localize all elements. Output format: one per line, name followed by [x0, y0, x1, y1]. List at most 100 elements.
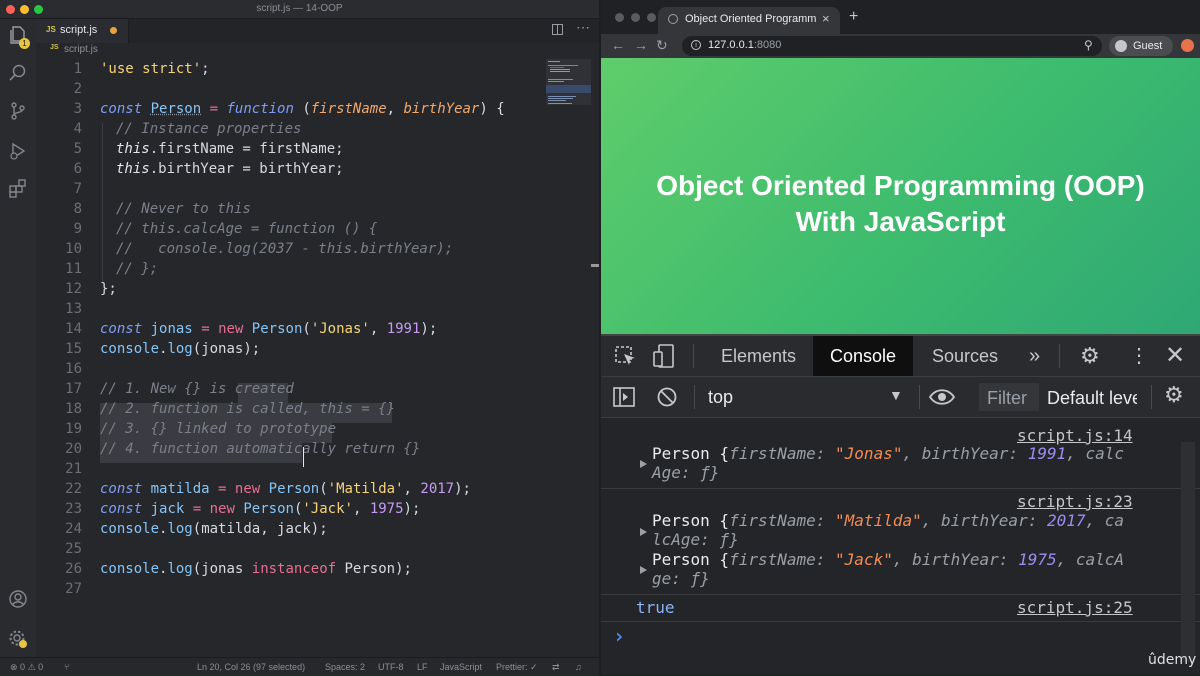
line-number: 7 — [36, 179, 82, 199]
line-number: 25 — [36, 539, 82, 559]
clear-console-icon[interactable] — [657, 387, 677, 407]
console-filter-input[interactable]: Filter — [979, 383, 1039, 411]
context-selector[interactable]: top ▼ — [699, 382, 913, 412]
tab-script-js[interactable]: JS script.js — [36, 19, 129, 43]
code-line: const Person = function (firstName, birt… — [100, 99, 505, 119]
unsaved-dot-icon[interactable] — [110, 27, 117, 34]
console-object[interactable]: Person {firstName: "Jonas", birthYear: 1… — [652, 444, 1124, 463]
line-number: 22 — [36, 479, 82, 499]
profile-label: Guest — [1133, 40, 1162, 52]
line-number: 26 — [36, 559, 82, 579]
device-toolbar-icon[interactable] — [653, 344, 675, 368]
line-number: 2 — [36, 79, 82, 99]
code-area[interactable]: 1 2 3 4 5 6 7 8 9 10 11 12 13 14 15 16 17 18 19 20 21 22 23 24 2… — [36, 59, 546, 657]
line-number: 14 — [36, 319, 82, 339]
more-tabs-chevron-icon[interactable]: » — [1029, 336, 1040, 376]
console-object-continuation: ge: ƒ} — [652, 569, 710, 588]
line-number: 5 — [36, 139, 82, 159]
source-link[interactable]: script.js:23 — [1017, 492, 1133, 511]
minimap[interactable] — [546, 59, 591, 657]
tab-sources[interactable]: Sources — [914, 336, 1016, 376]
tab-elements[interactable]: Elements — [703, 336, 814, 376]
maximize-window-button[interactable] — [647, 13, 656, 22]
close-devtools-icon[interactable]: ✕ — [1165, 336, 1185, 376]
new-tab-icon[interactable]: + — [849, 8, 858, 26]
info-icon[interactable]: i — [691, 40, 701, 50]
expand-triangle-icon[interactable] — [640, 566, 647, 574]
address-bar[interactable]: i 127.0.0.1:8080 ⚲ — [682, 36, 1102, 56]
code-comment: // Never to this — [116, 199, 251, 219]
console-settings-gear-icon[interactable]: ⚙ — [1164, 382, 1184, 408]
editor-titlebar: script.js — 14-OOP — [0, 0, 599, 19]
prettier-status[interactable]: Prettier: ✓ — [496, 662, 538, 673]
zoom-search-icon[interactable]: ⚲ — [1084, 38, 1093, 52]
code-comment: // 4. function automatically return {} — [100, 439, 420, 459]
eol-setting[interactable]: LF — [417, 662, 428, 672]
explorer-icon[interactable]: 1 — [8, 25, 28, 45]
minimize-window-button[interactable] — [631, 13, 640, 22]
profile-button[interactable]: Guest — [1109, 36, 1173, 56]
line-number: 3 — [36, 99, 82, 119]
indentation-setting[interactable]: Spaces: 2 — [325, 662, 365, 672]
extensions-icon[interactable] — [8, 179, 28, 199]
source-control-icon[interactable] — [8, 101, 28, 121]
line-number: 16 — [36, 359, 82, 379]
inspect-element-icon[interactable] — [615, 346, 635, 366]
live-expression-eye-icon[interactable] — [929, 385, 955, 409]
close-tab-icon[interactable]: × — [822, 11, 830, 26]
line-number: 4 — [36, 119, 82, 139]
language-mode[interactable]: JavaScript — [440, 662, 482, 672]
line-number: 20 — [36, 439, 82, 459]
settings-gear-icon[interactable] — [8, 629, 28, 649]
split-editor-icon[interactable] — [552, 24, 563, 35]
console-object[interactable]: Person {firstName: "Jack", birthYear: 19… — [652, 550, 1124, 569]
line-number: 13 — [36, 299, 82, 319]
sidebar-toggle-icon[interactable] — [613, 387, 635, 407]
close-window-button[interactable] — [615, 13, 624, 22]
line-number: 23 — [36, 499, 82, 519]
reload-icon[interactable]: ↻ — [656, 37, 668, 54]
source-link[interactable]: script.js:25 — [1017, 598, 1133, 617]
console-prompt-icon[interactable]: › — [613, 624, 625, 648]
editor-window-title: script.js — 14-OOP — [0, 3, 599, 14]
expand-triangle-icon[interactable] — [640, 528, 647, 536]
activity-bar: 1 — [0, 19, 36, 657]
notifications-bell-icon[interactable]: ♫ — [575, 662, 582, 672]
encoding-setting[interactable]: UTF-8 — [378, 662, 404, 672]
search-icon[interactable] — [8, 63, 28, 83]
error-count[interactable]: ⊗ 0 ⚠ 0 — [10, 662, 43, 673]
browser-toolbar: ← → ↻ i 127.0.0.1:8080 ⚲ Guest — [601, 34, 1200, 58]
browser-tab[interactable]: Object Oriented Programming × — [658, 7, 840, 34]
source-link[interactable]: script.js:14 — [1017, 426, 1133, 445]
console-scrollbar[interactable] — [1181, 442, 1195, 662]
cursor-position[interactable]: Ln 20, Col 26 (97 selected) — [197, 662, 305, 672]
log-levels-dropdown[interactable]: Default leve — [1041, 383, 1137, 411]
line-number: 9 — [36, 219, 82, 239]
more-actions-icon[interactable]: ⋯ — [576, 19, 590, 36]
line-number: 6 — [36, 159, 82, 179]
console-output[interactable]: script.js:14 Person {firstName: "Jonas",… — [601, 418, 1200, 675]
breadcrumb-file[interactable]: script.js — [64, 44, 98, 55]
run-debug-icon[interactable] — [8, 141, 28, 161]
line-number: 1 — [36, 59, 82, 79]
console-object[interactable]: Person {firstName: "Matilda", birthYear:… — [652, 511, 1124, 530]
avatar — [1115, 40, 1127, 52]
code-line: const matilda = new Person('Matilda', 20… — [100, 479, 471, 499]
line-number: 27 — [36, 579, 82, 599]
git-branch-icon[interactable]: ⑂ — [64, 662, 69, 672]
expand-triangle-icon[interactable] — [640, 460, 647, 468]
update-alert-icon[interactable] — [1181, 39, 1194, 52]
forward-arrow-icon[interactable]: → — [634, 37, 648, 53]
page-heading: Object Oriented Programming (OOP) With J… — [601, 168, 1200, 240]
kebab-menu-icon[interactable]: ⋮ — [1129, 336, 1149, 376]
accounts-icon[interactable] — [8, 589, 28, 609]
live-share-icon[interactable]: ⇄ — [552, 662, 560, 673]
tab-console[interactable]: Console — [813, 336, 913, 376]
scrollbar-marker[interactable] — [591, 264, 599, 267]
context-label: top — [708, 387, 733, 408]
code-comment: // }; — [116, 259, 158, 279]
back-arrow-icon[interactable]: ← — [611, 37, 625, 53]
status-bar: ⊗ 0 ⚠ 0 ⑂ Ln 20, Col 26 (97 selected) Sp… — [0, 657, 599, 676]
settings-gear-icon[interactable]: ⚙ — [1080, 336, 1100, 376]
code-comment: // console.log(2037 - this.birthYear); — [116, 239, 453, 259]
